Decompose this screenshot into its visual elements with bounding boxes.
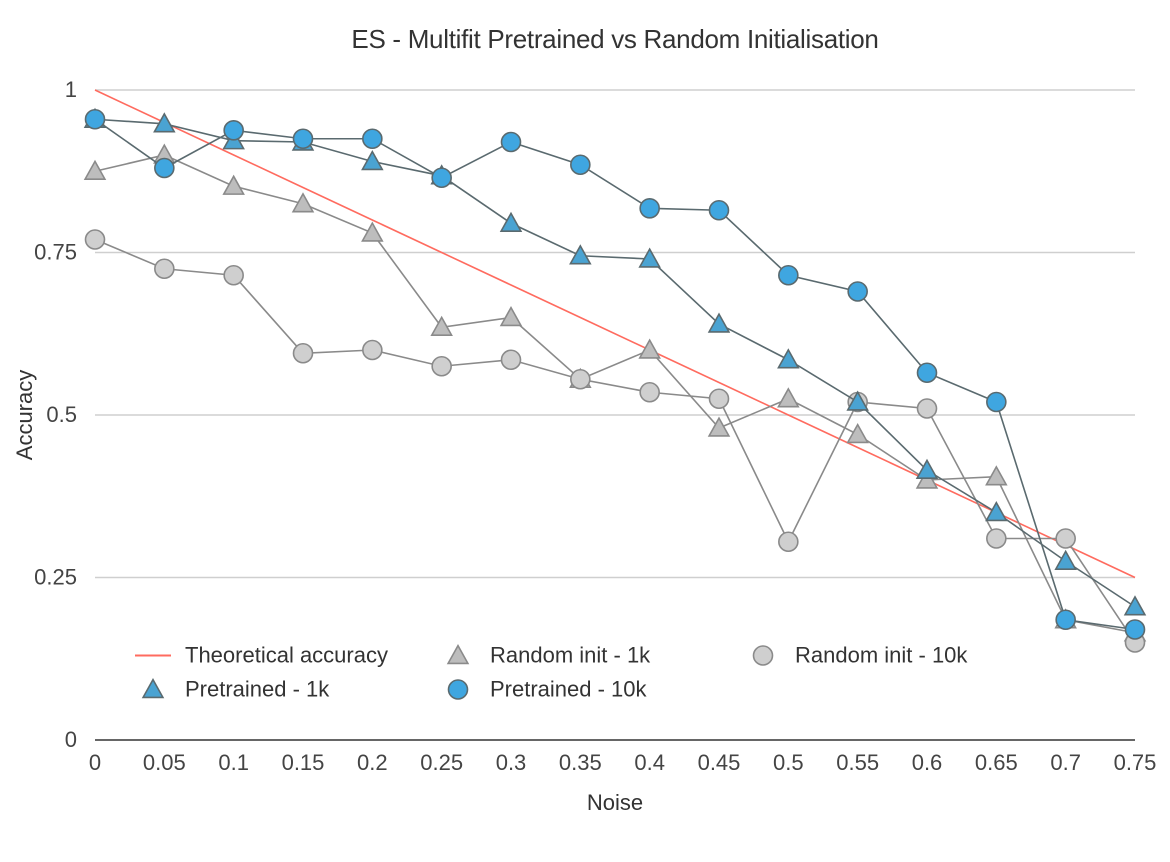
circle-marker-icon [363, 129, 382, 148]
legend: Theoretical accuracy Random init - 1k Rand… [135, 643, 968, 702]
y-tick-label: 0.25 [34, 565, 77, 590]
x-tick-label: 0.55 [836, 750, 879, 775]
series [85, 109, 1145, 614]
circle-marker-icon [640, 199, 659, 218]
y-tick-label: 0.75 [34, 240, 77, 265]
x-tick-label: 0 [89, 750, 101, 775]
x-tick-label: 0.4 [634, 750, 665, 775]
circle-marker-icon [1126, 620, 1145, 639]
circle-marker-icon [571, 370, 590, 389]
circle-marker-icon [1056, 529, 1075, 548]
series [85, 145, 1145, 641]
triangle-icon [570, 246, 590, 264]
circle-marker-icon [710, 389, 729, 408]
x-tick-label: 0.7 [1050, 750, 1081, 775]
triangle-icon [778, 350, 798, 368]
circle-marker-icon [502, 133, 521, 152]
x-tick-label: 0.1 [218, 750, 249, 775]
circle-marker-icon [86, 110, 105, 129]
triangle-icon [778, 389, 798, 407]
x-tick-label: 0.75 [1114, 750, 1157, 775]
circle-marker-icon [1056, 610, 1075, 629]
x-tick-label: 0.3 [496, 750, 527, 775]
circle-marker-icon [779, 532, 798, 551]
legend-label: Random init - 10k [795, 643, 968, 668]
triangle-icon [448, 646, 468, 664]
circle-marker-icon [987, 393, 1006, 412]
circle-marker-icon [224, 121, 243, 140]
x-tick-label: 0.45 [698, 750, 741, 775]
x-tick-label: 0.15 [282, 750, 325, 775]
x-tick-label: 0.65 [975, 750, 1018, 775]
legend-label: Theoretical accuracy [185, 643, 388, 668]
circle-marker-icon [848, 282, 867, 301]
series-line [95, 240, 1135, 643]
circle-marker-icon [432, 357, 451, 376]
x-tick-label: 0.5 [773, 750, 804, 775]
x-tick-label: 0.05 [143, 750, 186, 775]
chart-svg: ES - Multifit Pretrained vs Random Initi… [0, 0, 1170, 862]
y-tick-label: 0.5 [46, 402, 77, 427]
circle-marker-icon [640, 383, 659, 402]
circle-marker-icon [224, 266, 243, 285]
legend-label: Pretrained - 1k [185, 677, 330, 702]
circle-marker-icon [155, 259, 174, 278]
triangle-icon [1056, 551, 1076, 569]
circle-marker-icon [449, 680, 468, 699]
triangle-icon [501, 308, 521, 326]
triangle-icon [1125, 597, 1145, 615]
circle-marker-icon [918, 399, 937, 418]
circle-marker-icon [918, 363, 937, 382]
y-tick-label: 1 [65, 77, 77, 102]
y-tick-label: 0 [65, 727, 77, 752]
x-tick-label: 0.2 [357, 750, 388, 775]
triangle-icon [501, 213, 521, 231]
circle-marker-icon [155, 159, 174, 178]
circle-marker-icon [571, 155, 590, 174]
triangle-icon [986, 467, 1006, 485]
circle-marker-icon [294, 344, 313, 363]
chart-container: ES - Multifit Pretrained vs Random Initi… [0, 0, 1170, 862]
circle-marker-icon [294, 129, 313, 148]
series-line [95, 119, 1135, 629]
circle-marker-icon [754, 646, 773, 665]
y-axis-label: Accuracy [12, 370, 37, 460]
circle-marker-icon [502, 350, 521, 369]
x-axis-label: Noise [587, 790, 643, 815]
circle-marker-icon [432, 168, 451, 187]
x-tick-label: 0.25 [420, 750, 463, 775]
x-tick-label: 0.35 [559, 750, 602, 775]
triangle-icon [362, 152, 382, 170]
legend-label: Pretrained - 10k [490, 677, 648, 702]
triangle-icon [143, 680, 163, 698]
triangle-icon [362, 223, 382, 241]
series-line [95, 119, 1135, 607]
series [86, 230, 1145, 652]
circle-marker-icon [710, 201, 729, 220]
triangle-icon [848, 425, 868, 443]
legend-label: Random init - 1k [490, 643, 651, 668]
triangle-icon [986, 503, 1006, 521]
triangle-icon [640, 340, 660, 358]
x-tick-label: 0.6 [912, 750, 943, 775]
circle-marker-icon [779, 266, 798, 285]
circle-marker-icon [363, 341, 382, 360]
chart-title: ES - Multifit Pretrained vs Random Initi… [351, 24, 878, 54]
circle-marker-icon [987, 529, 1006, 548]
circle-marker-icon [86, 230, 105, 249]
triangle-icon [224, 176, 244, 194]
